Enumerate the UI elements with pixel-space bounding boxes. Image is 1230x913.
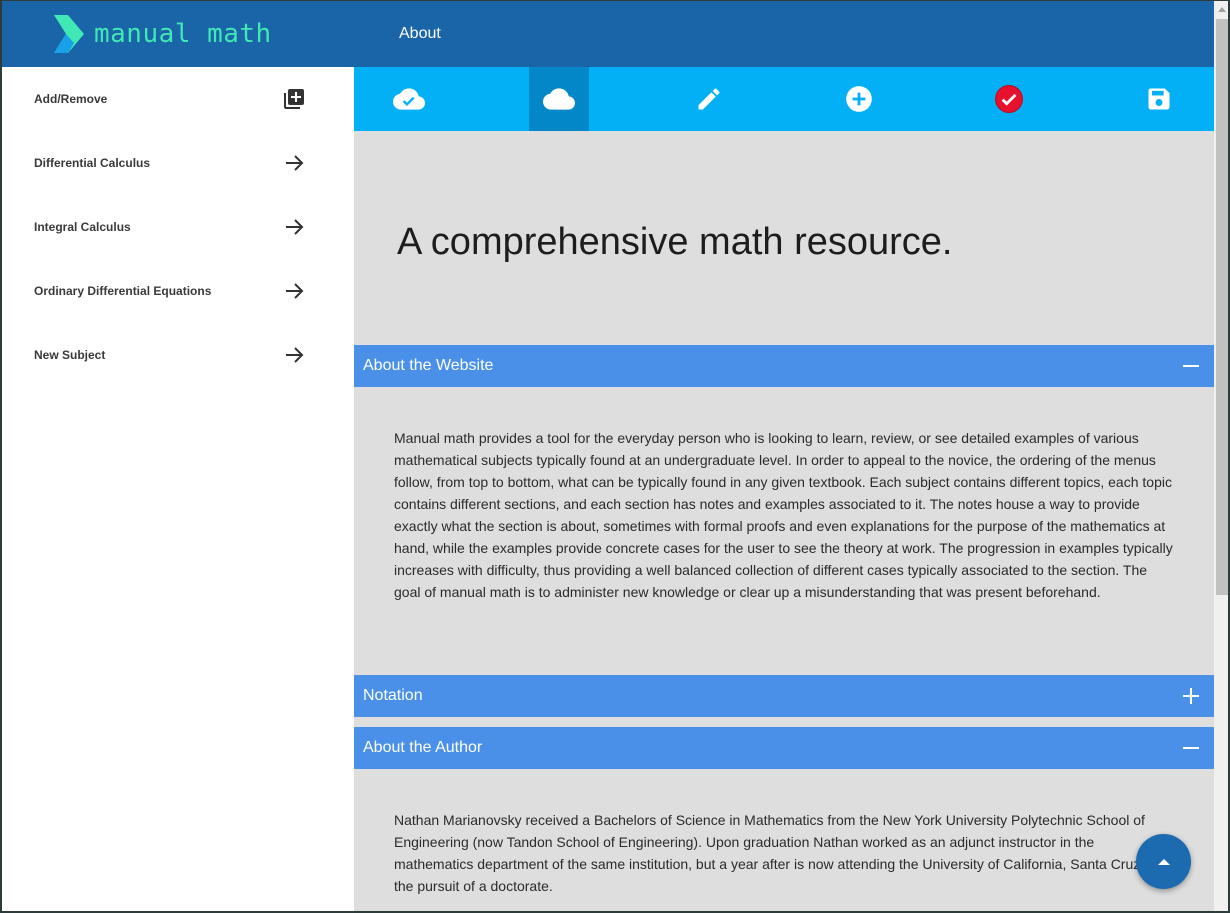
- check-button[interactable]: [979, 67, 1039, 131]
- arrow-right-icon[interactable]: [282, 151, 306, 175]
- accordion-body-about-author: Nathan Marianovsky received a Bachelors …: [394, 812, 1156, 894]
- sidebar-item-integral-calculus[interactable]: Integral Calculus: [2, 195, 354, 259]
- accordion-header-about-website[interactable]: About the Website: [354, 345, 1214, 387]
- nav-about-link[interactable]: About: [399, 25, 441, 43]
- scrollbar[interactable]: [1214, 1, 1228, 911]
- plus-icon[interactable]: [1182, 687, 1200, 705]
- scroll-to-top-button[interactable]: [1136, 834, 1191, 889]
- check-circle-icon: [995, 85, 1023, 113]
- cloud-button[interactable]: [529, 67, 589, 131]
- accordion-title: About the Website: [363, 357, 494, 374]
- arrow-right-icon[interactable]: [282, 279, 306, 303]
- accordion-body-about-website: Manual math provides a tool for the ever…: [394, 430, 1173, 600]
- sidebar: Add/Remove Differential Calculus Integra…: [2, 67, 354, 911]
- sidebar-item-ordinary-differential-equations[interactable]: Ordinary Differential Equations: [2, 259, 354, 323]
- edit-button[interactable]: [679, 67, 739, 131]
- sidebar-item-differential-calculus[interactable]: Differential Calculus: [2, 131, 354, 195]
- sidebar-item-label: Differential Calculus: [34, 156, 151, 170]
- add-button[interactable]: [829, 67, 889, 131]
- save-icon: [1148, 88, 1170, 110]
- sidebar-item-label: Add/Remove: [34, 92, 108, 106]
- accordion-header-notation[interactable]: Notation: [354, 675, 1214, 717]
- sidebar-item-add-remove[interactable]: Add/Remove: [2, 67, 354, 131]
- pencil-icon: [698, 88, 720, 110]
- sidebar-item-label: Integral Calculus: [34, 220, 131, 234]
- logo-icon[interactable]: [52, 15, 86, 53]
- sidebar-item-label: New Subject: [34, 348, 106, 362]
- minus-icon[interactable]: [1182, 739, 1200, 757]
- editor-toolbar: [354, 67, 1214, 131]
- cloud-done-button[interactable]: [379, 67, 439, 131]
- sidebar-item-label: Ordinary Differential Equations: [34, 284, 212, 298]
- arrow-right-icon[interactable]: [282, 343, 306, 367]
- arrow-up-icon: [1157, 858, 1170, 865]
- brand-name[interactable]: manual math: [94, 19, 272, 49]
- accordion-title: About the Author: [363, 739, 483, 756]
- sidebar-item-new-subject[interactable]: New Subject: [2, 323, 354, 387]
- accordion-title: Notation: [363, 687, 423, 704]
- page-title: A comprehensive math resource.: [397, 221, 953, 263]
- minus-icon[interactable]: [1182, 357, 1200, 375]
- save-button[interactable]: [1129, 67, 1189, 131]
- arrow-right-icon[interactable]: [282, 215, 306, 239]
- add-circle-icon: [846, 86, 872, 112]
- cloud-done-icon: [393, 88, 425, 110]
- accordion-header-about-author[interactable]: About the Author: [354, 727, 1214, 769]
- app-window: manual math About Add/Remove Differentia…: [0, 0, 1230, 913]
- main-content: A comprehensive math resource. About the…: [354, 131, 1214, 911]
- library-add-icon[interactable]: [282, 87, 306, 111]
- scroll-up-arrow-icon[interactable]: [1218, 7, 1226, 12]
- scrollbar-thumb[interactable]: [1216, 19, 1228, 595]
- top-app-bar: manual math About: [2, 1, 1214, 67]
- cloud-icon: [543, 88, 575, 110]
